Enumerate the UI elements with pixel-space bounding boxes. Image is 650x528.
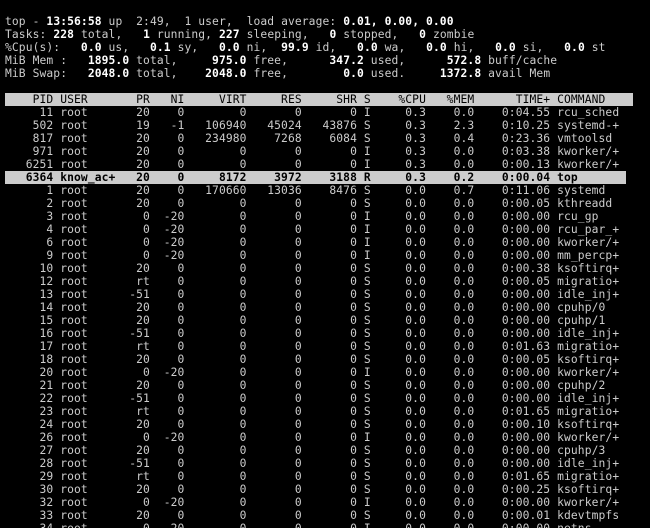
process-row[interactable]: 33 root 20 0 0 0 0 S 0.0 0.0 0:00.01 kde…: [5, 509, 626, 522]
summary-line-1: top - 13:56:58 up 2:49, 1 user, load ave…: [5, 15, 454, 28]
process-row[interactable]: 32 root 0 -20 0 0 0 I 0.0 0.0 0:00.00 kw…: [5, 496, 626, 509]
process-row[interactable]: 6251 root 20 0 0 0 0 I 0.3 0.0 0:00.13 k…: [5, 158, 626, 171]
process-row[interactable]: 14 root 20 0 0 0 0 S 0.0 0.0 0:00.00 cpu…: [5, 301, 626, 314]
process-row[interactable]: 6 root 0 -20 0 0 0 I 0.0 0.0 0:00.00 kwo…: [5, 236, 626, 249]
process-row[interactable]: 6364 know_ac+ 20 0 8172 3972 3188 R 0.3 …: [5, 171, 626, 184]
process-row[interactable]: 16 root -51 0 0 0 0 S 0.0 0.0 0:00.00 id…: [5, 327, 626, 340]
summary-cpu: %Cpu(s): 0.0 us, 0.1 sy, 0.0 ni, 99.9 id…: [5, 41, 606, 54]
process-row[interactable]: 20 root 0 -20 0 0 0 I 0.0 0.0 0:00.00 kw…: [5, 366, 626, 379]
process-row[interactable]: 24 root 20 0 0 0 0 S 0.0 0.0 0:00.10 kso…: [5, 418, 626, 431]
process-row[interactable]: 15 root 20 0 0 0 0 S 0.0 0.0 0:00.00 cpu…: [5, 314, 626, 327]
process-row[interactable]: 4 root 0 -20 0 0 0 I 0.0 0.0 0:00.00 rcu…: [5, 223, 626, 236]
process-row[interactable]: 28 root -51 0 0 0 0 S 0.0 0.0 0:00.00 id…: [5, 457, 626, 470]
process-row[interactable]: 3 root 0 -20 0 0 0 I 0.0 0.0 0:00.00 rcu…: [5, 210, 626, 223]
summary-swap: MiB Swap: 2048.0 total, 2048.0 free, 0.0…: [5, 67, 550, 80]
process-row[interactable]: 26 root 0 -20 0 0 0 I 0.0 0.0 0:00.00 kw…: [5, 431, 626, 444]
process-row[interactable]: 27 root 20 0 0 0 0 S 0.0 0.0 0:00.00 cpu…: [5, 444, 626, 457]
process-row[interactable]: 17 root rt 0 0 0 0 S 0.0 0.0 0:01.63 mig…: [5, 340, 626, 353]
process-row[interactable]: 18 root 20 0 0 0 0 S 0.0 0.0 0:00.05 kso…: [5, 353, 626, 366]
process-row[interactable]: 29 root rt 0 0 0 0 S 0.0 0.0 0:01.65 mig…: [5, 470, 626, 483]
process-row[interactable]: 971 root 20 0 0 0 0 I 0.3 0.0 0:03.38 kw…: [5, 145, 626, 158]
process-row[interactable]: 30 root 20 0 0 0 0 S 0.0 0.0 0:00.25 kso…: [5, 483, 626, 496]
summary-mem: MiB Mem : 1895.0 total, 975.0 free, 347.…: [5, 54, 557, 67]
process-table-header: PID USER PR NI VIRT RES SHR S %CPU %MEM …: [5, 93, 633, 106]
summary-tasks: Tasks: 228 total, 1 running, 227 sleepin…: [5, 28, 474, 41]
process-row[interactable]: 817 root 20 0 234980 7268 6084 S 0.3 0.4…: [5, 132, 626, 145]
process-row[interactable]: 13 root -51 0 0 0 0 S 0.0 0.0 0:00.00 id…: [5, 288, 626, 301]
process-row[interactable]: 22 root -51 0 0 0 0 S 0.0 0.0 0:00.00 id…: [5, 392, 626, 405]
process-row[interactable]: 11 root 20 0 0 0 0 I 0.3 0.0 0:04.55 rcu…: [5, 106, 626, 119]
process-row[interactable]: 10 root 20 0 0 0 0 S 0.0 0.0 0:00.38 kso…: [5, 262, 626, 275]
process-row[interactable]: 9 root 0 -20 0 0 0 I 0.0 0.0 0:00.00 mm_…: [5, 249, 626, 262]
process-row[interactable]: 1 root 20 0 170660 13036 8476 S 0.0 0.7 …: [5, 184, 626, 197]
process-row[interactable]: 21 root 20 0 0 0 0 S 0.0 0.0 0:00.00 cpu…: [5, 379, 626, 392]
process-row[interactable]: 23 root rt 0 0 0 0 S 0.0 0.0 0:01.65 mig…: [5, 405, 626, 418]
process-row[interactable]: 34 root 0 -20 0 0 0 I 0.0 0.0 0:00.00 ne…: [5, 522, 626, 528]
process-row[interactable]: 12 root rt 0 0 0 0 S 0.0 0.0 0:00.05 mig…: [5, 275, 626, 288]
process-row[interactable]: 502 root 19 -1 106940 45024 43876 S 0.3 …: [5, 119, 626, 132]
process-row[interactable]: 2 root 20 0 0 0 0 S 0.0 0.0 0:00.05 kthr…: [5, 197, 626, 210]
